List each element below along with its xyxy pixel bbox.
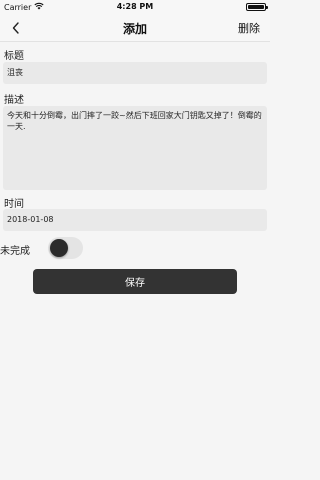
description-field[interactable]: 今天和十分倒霉，出门摔了一跤~然后下班回家大门钥匙又掉了！倒霉的一天. [3, 106, 267, 190]
save-button-label: 保存 [125, 278, 145, 289]
time-label: 时间 [4, 199, 24, 210]
status-right [246, 3, 268, 11]
completion-status-label: 未完成 [0, 246, 30, 257]
delete-button[interactable]: 删除 [238, 20, 260, 36]
toggle-knob [50, 239, 68, 257]
battery-icon [246, 3, 268, 11]
navigation-bar: 添加 删除 [0, 14, 270, 42]
description-label: 描述 [4, 95, 24, 106]
title-field[interactable]: 沮丧 [3, 62, 267, 84]
status-bar: Carrier 4:28 PM [0, 0, 270, 14]
battery-level [248, 5, 264, 9]
page-title: 添加 [122, 22, 147, 36]
title-label: 标题 [4, 51, 24, 62]
save-button[interactable]: 保存 [33, 269, 237, 294]
status-time: 4:28 PM [116, 2, 154, 11]
time-field[interactable]: 2018-01-08 [3, 209, 267, 231]
completed-toggle[interactable] [48, 237, 83, 259]
